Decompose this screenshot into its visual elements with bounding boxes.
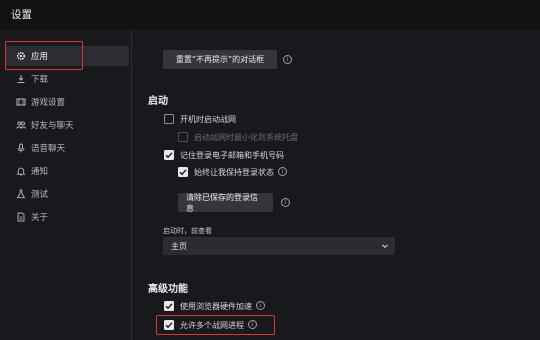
chevron-down-icon — [382, 244, 388, 249]
bell-icon — [16, 166, 26, 176]
info-icon[interactable]: i — [256, 301, 265, 310]
download-icon — [16, 74, 26, 84]
window-title: 设置 — [11, 9, 32, 21]
sidebar-item-downloads[interactable]: 下载 — [5, 69, 129, 89]
microphone-icon — [16, 143, 26, 153]
advanced-section-title: 高级功能 — [148, 284, 188, 295]
sidebar-item-friends-chat[interactable]: 好友与聊天 — [5, 115, 129, 135]
hw-accel-checkbox[interactable] — [164, 301, 174, 311]
sidebar-item-label: 游戏设置 — [31, 98, 66, 108]
minimize-on-boot-label: 启动战网时最小化到系统托盘 — [194, 133, 298, 142]
sidebar-item-label: 关于 — [31, 213, 49, 223]
check-icon — [165, 303, 173, 310]
sidebar-item-game-settings[interactable]: 游戏设置 — [5, 92, 129, 112]
friends-icon — [16, 120, 26, 130]
on-launch-label: 启动时，前查看 — [163, 227, 212, 235]
launch-on-boot-label: 开机时启动战网 — [180, 115, 236, 124]
sidebar-item-voice-chat[interactable]: 语音聊天 — [5, 138, 129, 158]
launch-on-boot-checkbox[interactable] — [164, 114, 174, 124]
info-icon[interactable]: i — [278, 167, 287, 176]
settings-content: 重置“不再提示”的对话框 i 启动 开机时启动战网 启动战网时最小化到系统托盘 … — [133, 30, 540, 340]
sidebar-item-test[interactable]: 测试 — [5, 184, 129, 204]
info-icon[interactable]: i — [281, 198, 290, 207]
settings-sidebar: 应用 下载 游戏设置 好友与聊天 语音聊天 通知 测试 关于 — [0, 30, 132, 340]
flask-icon — [16, 189, 26, 199]
sidebar-item-label: 好友与聊天 — [31, 121, 74, 131]
info-icon[interactable]: i — [283, 55, 292, 64]
check-icon — [165, 152, 173, 159]
on-launch-value: 主页 — [171, 241, 187, 251]
minimize-on-boot-checkbox — [178, 132, 188, 142]
sidebar-item-label: 通知 — [31, 167, 49, 177]
game-settings-icon — [16, 97, 26, 107]
on-launch-select[interactable]: 主页 — [163, 237, 395, 255]
reset-dialogs-button[interactable]: 重置“不再提示”的对话框 — [163, 50, 277, 69]
keep-logged-in-checkbox[interactable] — [178, 167, 188, 177]
sidebar-item-label: 下载 — [31, 75, 49, 85]
sidebar-item-notifications[interactable]: 通知 — [5, 161, 129, 181]
highlight-box-multi-instance — [156, 315, 275, 335]
startup-section-title: 启动 — [148, 96, 168, 107]
keep-logged-in-label: 始终让我保持登录状态 — [194, 168, 274, 177]
title-bar: 设置 — [0, 0, 540, 30]
document-icon — [16, 212, 26, 222]
hw-accel-label: 使用浏览器硬件加速 — [180, 302, 252, 311]
remember-email-checkbox[interactable] — [164, 150, 174, 160]
sidebar-item-label: 语音聊天 — [31, 144, 66, 154]
sidebar-item-about[interactable]: 关于 — [5, 207, 129, 227]
clear-login-button[interactable]: 清除已保存的登录信息 — [178, 193, 273, 213]
check-icon — [179, 169, 187, 176]
sidebar-item-label: 测试 — [31, 190, 49, 200]
highlight-box-app — [5, 41, 83, 70]
remember-email-label: 记住登录电子邮箱和手机号码 — [180, 151, 284, 160]
